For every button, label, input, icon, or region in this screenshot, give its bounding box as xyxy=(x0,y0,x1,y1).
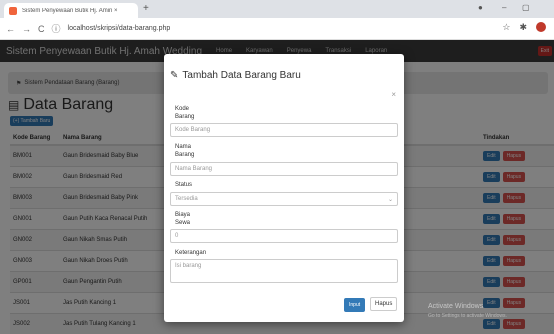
favicon-icon xyxy=(9,6,17,15)
browser-tabbar: Sistem Penyewaan Butik Hj. Amin × + ● – … xyxy=(0,0,554,18)
url-field[interactable]: localhost/skripsi/data-barang.php xyxy=(68,25,171,32)
keterangan-textarea[interactable]: Isi barang xyxy=(170,259,398,283)
new-tab-button[interactable]: + xyxy=(143,3,149,14)
status-select[interactable]: Tersedia ⌄ xyxy=(170,192,398,206)
kode-label: Kode Barang xyxy=(175,106,195,120)
browser-tab[interactable]: Sistem Penyewaan Butik Hj. Amin × xyxy=(4,3,138,18)
nama-label: Nama Barang xyxy=(175,144,195,158)
input-button[interactable]: Input xyxy=(344,298,366,312)
nama-barang-input[interactable]: Nama Barang xyxy=(170,162,398,176)
star-icon[interactable]: ☆ xyxy=(502,22,510,33)
extensions-icon[interactable]: ✱ xyxy=(519,22,527,33)
address-bar: ← → C ⓘ localhost/skripsi/data-barang.ph… xyxy=(0,18,554,40)
status-label: Status xyxy=(175,182,193,188)
record-icon: ● xyxy=(478,3,483,12)
minimize-button[interactable]: – xyxy=(502,3,506,12)
reload-icon[interactable]: C xyxy=(38,24,45,34)
chevron-down-icon: ⌄ xyxy=(387,196,393,203)
maximize-button[interactable]: ▢ xyxy=(522,3,530,12)
add-item-modal: ✎ Tambah Data Barang Baru × Kode Barang … xyxy=(164,54,404,322)
kode-barang-input[interactable]: Kode Barang xyxy=(170,123,398,137)
biaya-sewa-input[interactable]: 0 xyxy=(170,229,398,243)
activate-windows-subtext: Go to Settings to activate Windows. xyxy=(428,313,507,319)
info-icon[interactable]: ⓘ xyxy=(52,22,61,35)
reset-button[interactable]: Hapus xyxy=(370,297,398,311)
tab-title: Sistem Penyewaan Butik Hj. Amin × xyxy=(22,7,118,14)
pencil-icon: ✎ xyxy=(170,70,179,81)
close-icon[interactable]: × xyxy=(391,90,396,99)
forward-icon[interactable]: → xyxy=(22,24,31,34)
profile-avatar[interactable] xyxy=(536,22,546,32)
keterangan-label: Keterangan xyxy=(175,250,207,256)
activate-windows-watermark: Activate Windows xyxy=(428,303,484,310)
biaya-label: Biaya Sewa xyxy=(175,212,191,226)
back-icon[interactable]: ← xyxy=(6,24,15,34)
modal-title: ✎ Tambah Data Barang Baru xyxy=(170,70,301,81)
